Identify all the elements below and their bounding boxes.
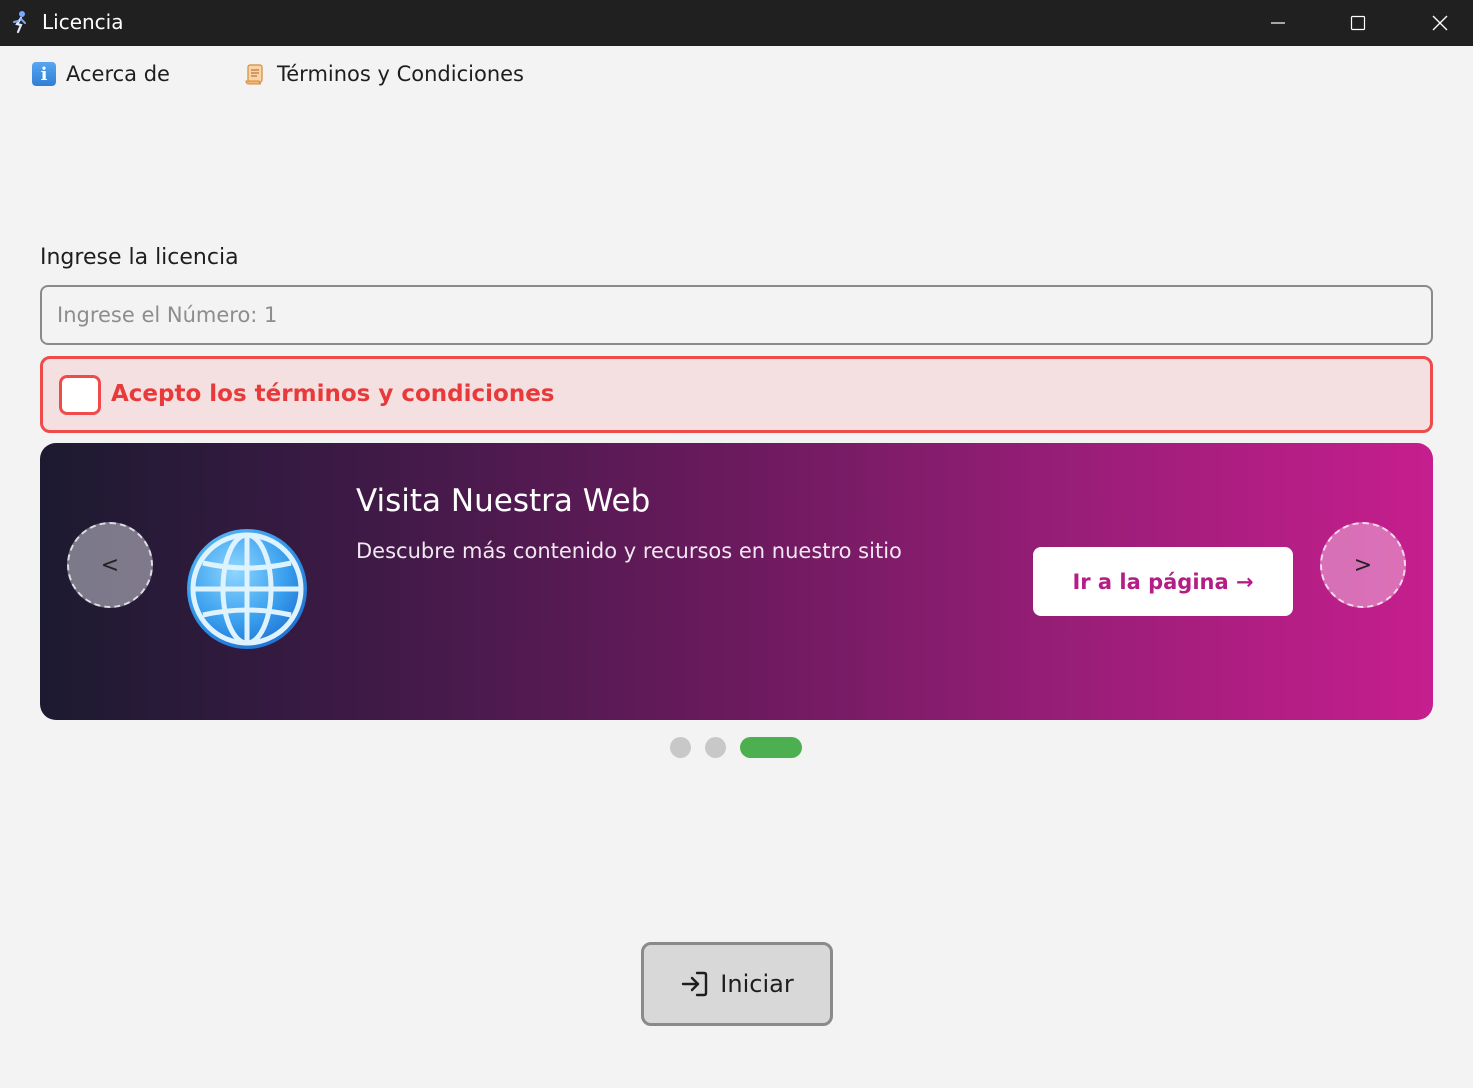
window-title: Licencia [42, 10, 124, 34]
terms-label: Acepto los términos y condiciones [111, 381, 555, 407]
login-icon [682, 971, 708, 997]
visit-page-button[interactable]: Ir a la página → [1033, 547, 1293, 616]
maximize-button[interactable] [1318, 0, 1398, 46]
menu-item-terms-label: Términos y Condiciones [277, 62, 524, 86]
app-icon [13, 11, 26, 34]
carousel-dot-1[interactable] [670, 737, 691, 758]
close-icon [1432, 15, 1448, 31]
menu-item-terms[interactable]: Términos y Condiciones [243, 62, 524, 86]
carousel-title: Visita Nuestra Web [356, 483, 651, 519]
menu-bar: i Acerca de Términos y Condiciones [0, 46, 1473, 102]
carousel-dot-2[interactable] [705, 737, 726, 758]
menu-item-about-label: Acerca de [66, 62, 170, 86]
close-button[interactable] [1400, 0, 1473, 46]
title-bar: Licencia [0, 0, 1473, 46]
minimize-icon [1271, 22, 1285, 24]
carousel-next-button[interactable]: > [1320, 522, 1406, 608]
license-label: Ingrese la licencia [40, 245, 239, 270]
promo-carousel: < Visita Nuestra Web Descubre más conten… [40, 443, 1433, 720]
maximize-icon [1350, 15, 1366, 31]
carousel-prev-button[interactable]: < [67, 522, 153, 608]
carousel-subtitle: Descubre más contenido y recursos en nue… [356, 539, 902, 563]
license-input[interactable] [40, 285, 1433, 345]
start-button[interactable]: Iniciar [641, 942, 833, 1026]
info-icon: i [32, 62, 56, 86]
scroll-icon [245, 64, 263, 85]
globe-icon [187, 529, 307, 649]
terms-checkbox-row[interactable]: Acepto los términos y condiciones [40, 356, 1433, 433]
terms-checkbox[interactable] [59, 375, 101, 415]
start-button-label: Iniciar [720, 970, 794, 998]
carousel-dot-3-active[interactable] [740, 737, 802, 758]
minimize-button[interactable] [1238, 0, 1318, 46]
menu-item-about[interactable]: i Acerca de [32, 62, 170, 86]
